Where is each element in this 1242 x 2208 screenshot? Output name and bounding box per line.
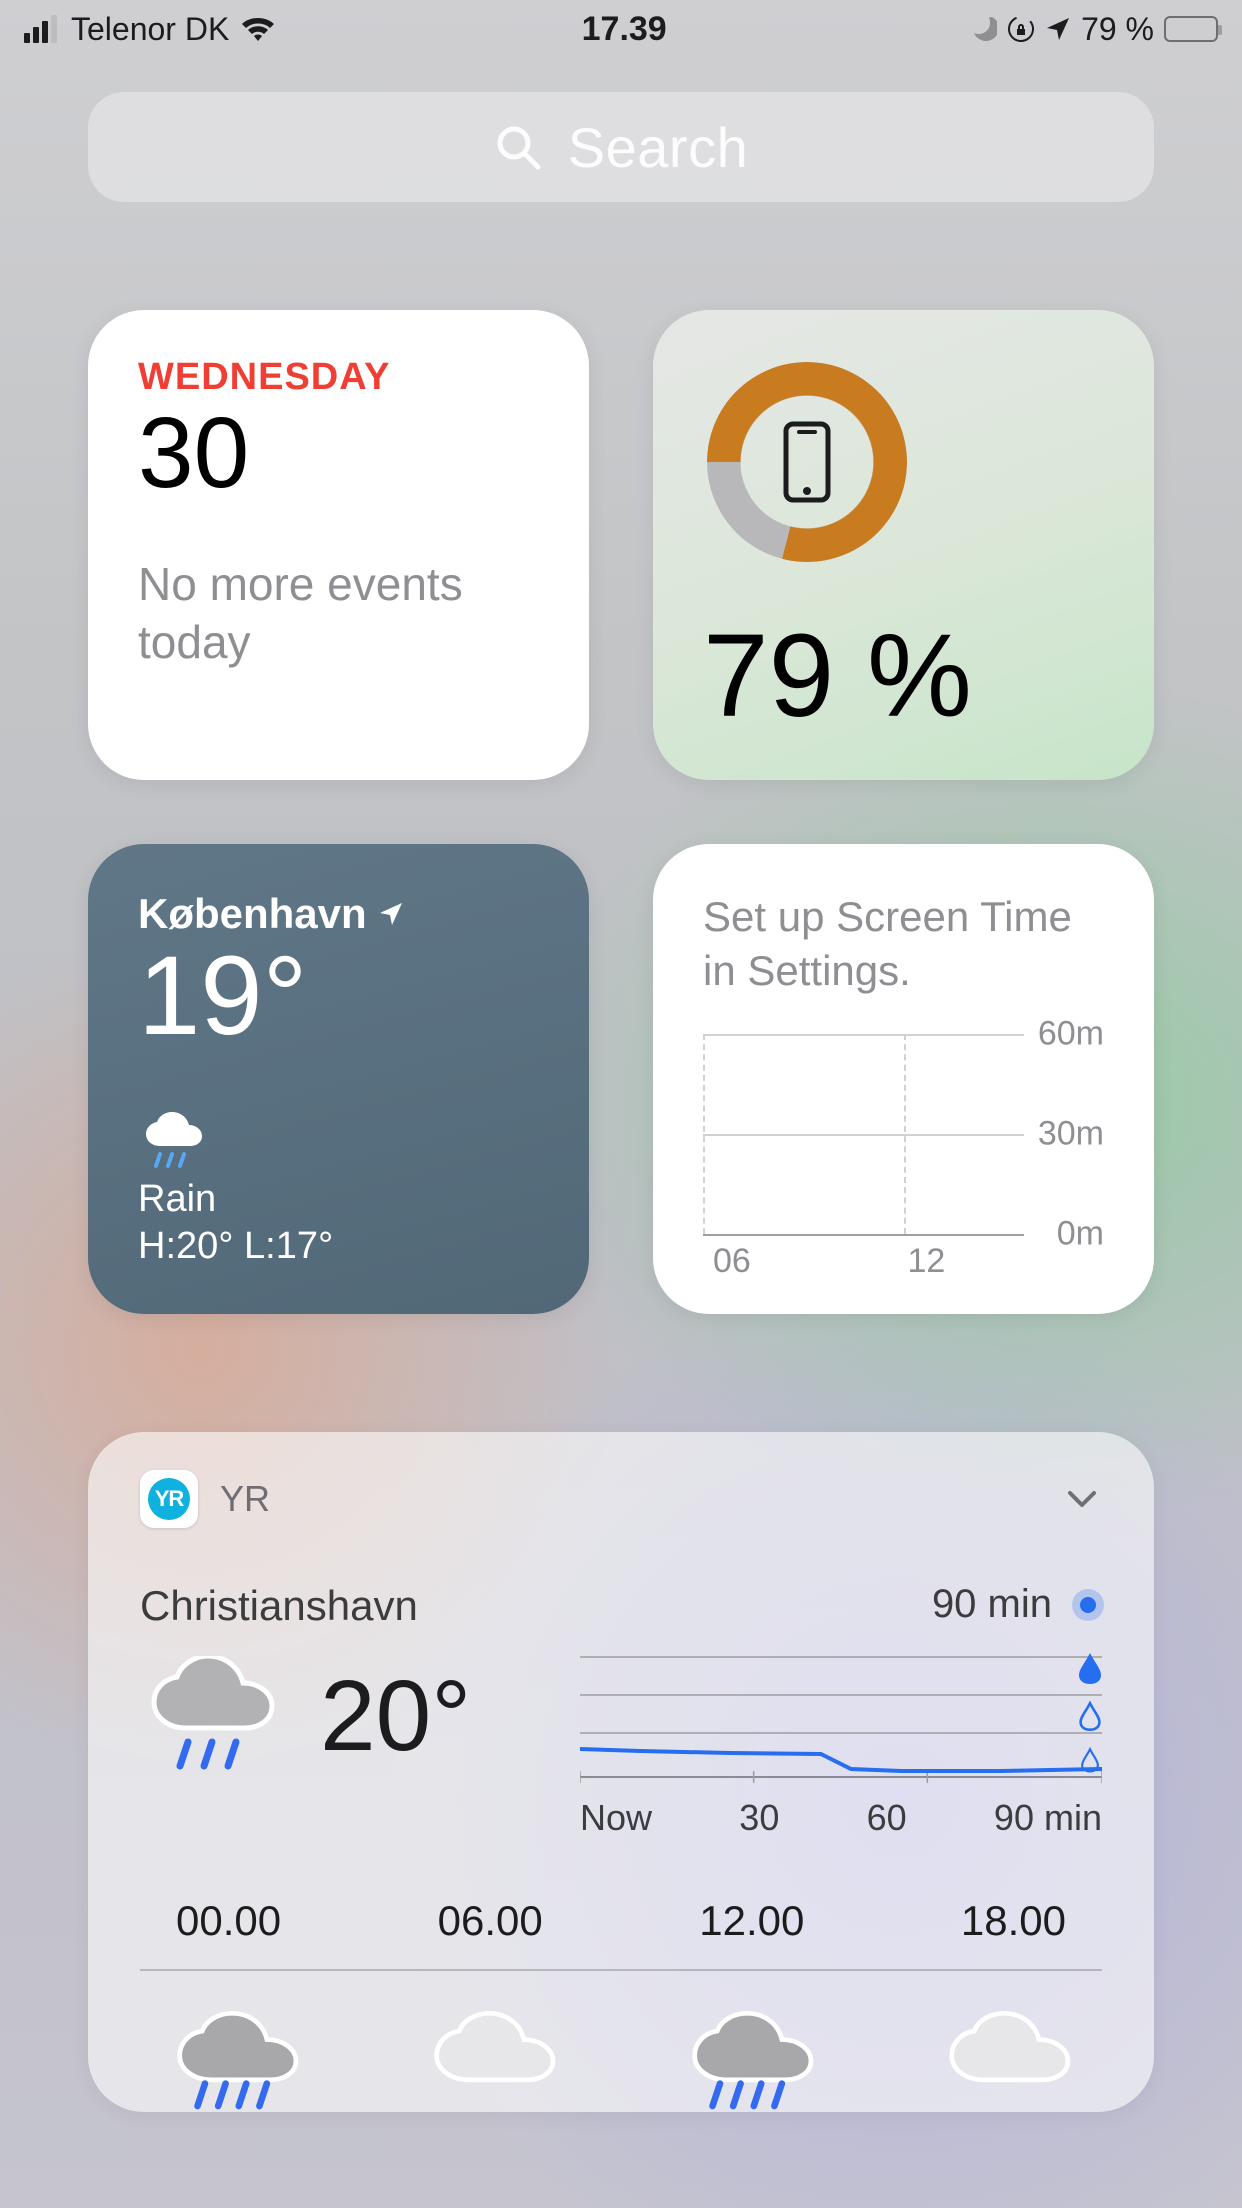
calendar-events-message: No more events today xyxy=(138,556,539,671)
weather-condition: Rain xyxy=(138,1178,333,1221)
carrier-name: Telenor DK xyxy=(71,11,229,48)
rain-cloud-icon xyxy=(138,1110,210,1172)
screentime-xlabel: 06 xyxy=(713,1242,751,1281)
yr-spark-xlabel: 60 xyxy=(867,1797,907,1839)
calendar-widget[interactable]: WEDNESDAY 30 No more events today xyxy=(88,310,589,780)
battery-widget[interactable]: 79 % xyxy=(653,310,1154,780)
do-not-disturb-icon xyxy=(971,16,997,42)
rain-cloud-icon xyxy=(140,1656,290,1776)
yr-app-name: YR xyxy=(220,1478,270,1520)
weather-city: København xyxy=(138,890,367,938)
rain-cloud-icon xyxy=(160,2005,310,2112)
status-time: 17.39 xyxy=(277,10,971,49)
yr-spark-xlabel: 90 min xyxy=(994,1797,1102,1839)
yr-spark-xlabel: Now xyxy=(580,1797,652,1839)
screentime-ylabel: 0m xyxy=(1057,1215,1104,1254)
screentime-ylabel: 30m xyxy=(1038,1115,1104,1154)
raindrop-icon xyxy=(1078,1701,1102,1731)
yr-hour-forecast xyxy=(675,2005,825,2112)
yr-location: Christianshavn xyxy=(140,1582,550,1630)
yr-app-icon: YR xyxy=(140,1470,198,1528)
yr-spark-xlabel: 30 xyxy=(739,1797,779,1839)
active-dot-icon xyxy=(1080,1597,1096,1613)
calendar-day-of-week: WEDNESDAY xyxy=(138,356,539,399)
wifi-icon xyxy=(239,15,277,43)
yr-hour-label: 18.00 xyxy=(961,1897,1066,1945)
search-bar[interactable]: Search xyxy=(88,92,1154,202)
yr-temp: 20° xyxy=(320,1659,471,1774)
screentime-ylabel: 60m xyxy=(1038,1015,1104,1054)
phone-icon xyxy=(707,362,907,562)
status-bar: Telenor DK 17.39 79 % xyxy=(0,0,1242,58)
yr-duration: 90 min xyxy=(580,1582,1102,1627)
weather-high-low: H:20° L:17° xyxy=(138,1225,333,1268)
yr-hour-label: 12.00 xyxy=(699,1897,804,1945)
battery-icon xyxy=(1164,16,1218,42)
battery-percent-text: 79 % xyxy=(1081,11,1154,48)
yr-hour-forecast xyxy=(932,2005,1082,2112)
yr-precipitation-chart: Now 30 60 90 min xyxy=(580,1647,1102,1837)
yr-hour-label: 06.00 xyxy=(438,1897,543,1945)
cellular-signal-icon xyxy=(24,15,57,43)
yr-widget[interactable]: YR YR Christianshavn 20° 90 min xyxy=(88,1432,1154,2112)
raindrop-icon xyxy=(1076,1651,1104,1685)
cloud-icon xyxy=(932,2005,1082,2112)
screentime-widget[interactable]: Set up Screen Time in Settings. 60m 30m … xyxy=(653,844,1154,1314)
yr-hour-forecast xyxy=(160,2005,310,2112)
search-placeholder: Search xyxy=(568,115,748,180)
yr-hour-forecast xyxy=(417,2005,567,2112)
screentime-xlabel: 12 xyxy=(908,1242,946,1281)
calendar-day-of-month: 30 xyxy=(138,401,539,506)
rain-cloud-icon xyxy=(675,2005,825,2112)
chevron-down-icon[interactable] xyxy=(1062,1479,1102,1519)
yr-hour-label: 00.00 xyxy=(176,1897,281,1945)
search-icon xyxy=(494,123,542,171)
weather-widget[interactable]: København 19° Rain H:20° L:17° xyxy=(88,844,589,1314)
raindrop-icon xyxy=(1080,1747,1100,1773)
location-icon xyxy=(1045,16,1071,42)
weather-temp: 19° xyxy=(138,940,539,1052)
screentime-message: Set up Screen Time in Settings. xyxy=(703,890,1104,998)
location-arrow-icon xyxy=(377,900,405,928)
screentime-chart: 60m 30m 0m 06 12 xyxy=(703,1034,1104,1274)
battery-widget-value: 79 % xyxy=(703,608,972,744)
cloud-icon xyxy=(417,2005,567,2112)
orientation-lock-icon xyxy=(1007,15,1035,43)
